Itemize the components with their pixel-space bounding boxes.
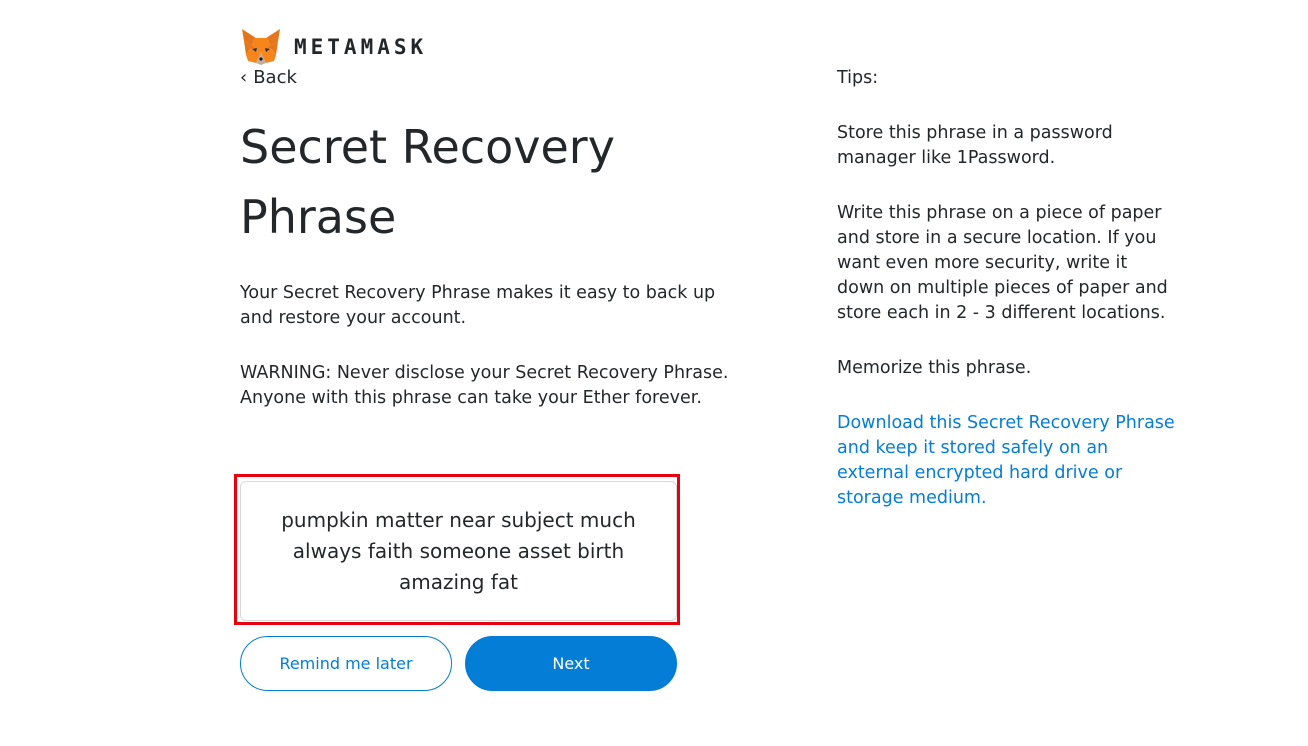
next-button[interactable]: Next xyxy=(465,636,677,691)
page-title: Secret Recovery Phrase xyxy=(240,120,615,244)
secret-phrase-text: pumpkin matter near subject much always … xyxy=(281,507,636,594)
page: METAMASK ‹ Back Secret Recovery Phrase Y… xyxy=(0,0,1308,746)
back-link[interactable]: ‹ Back xyxy=(240,66,297,90)
tip-item: Memorize this phrase. xyxy=(837,358,1032,378)
tips-panel: Tips: Store this phrase in a password ma… xyxy=(837,66,1177,511)
warning-text: WARNING: Never disclose your Secret Reco… xyxy=(240,363,729,408)
wordmark: METAMASK xyxy=(294,35,428,59)
remind-me-later-button[interactable]: Remind me later xyxy=(240,636,452,691)
download-phrase-link[interactable]: Download this Secret Recovery Phrase and… xyxy=(837,411,1177,511)
tip-item: Write this phrase on a piece of paper an… xyxy=(837,203,1168,323)
tip-item: Store this phrase in a password manager … xyxy=(837,123,1113,168)
intro-text: Your Secret Recovery Phrase makes it eas… xyxy=(240,283,716,328)
tips-title: Tips: xyxy=(837,68,879,88)
back-label: Back xyxy=(253,67,297,88)
fox-icon xyxy=(242,29,280,65)
metamask-logo: METAMASK xyxy=(240,27,427,67)
chevron-left-icon: ‹ xyxy=(240,67,248,88)
secret-phrase-box[interactable]: pumpkin matter near subject much always … xyxy=(240,481,677,621)
